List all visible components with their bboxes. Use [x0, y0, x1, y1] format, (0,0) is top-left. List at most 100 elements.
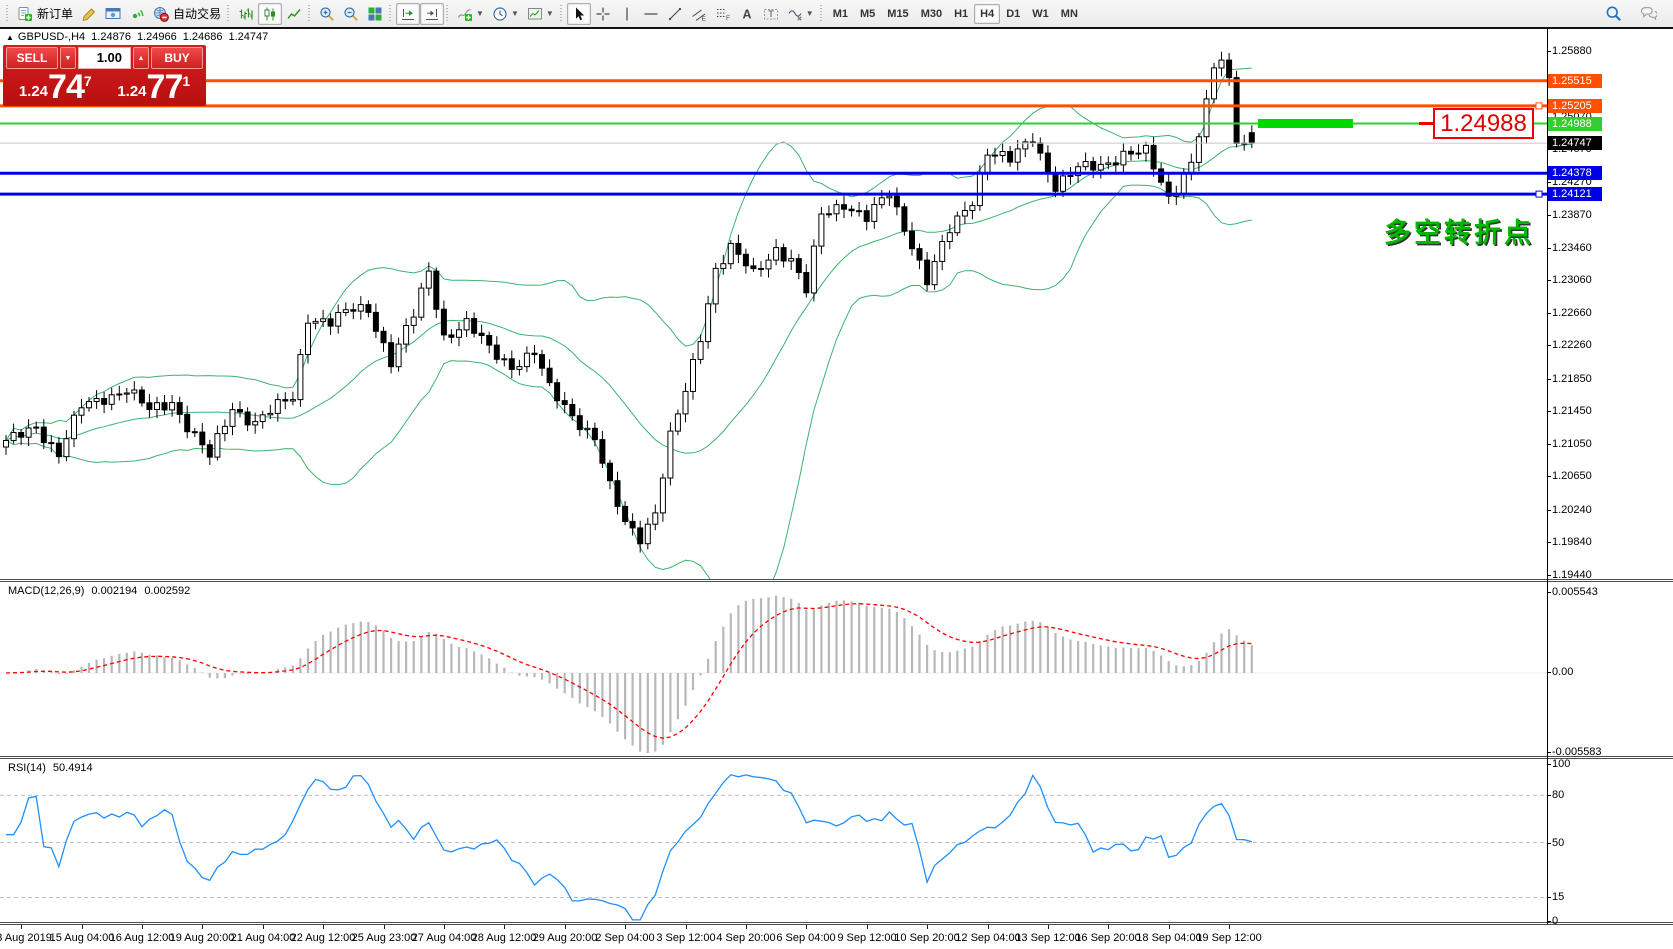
tiles-button[interactable]	[363, 3, 387, 25]
timeframe-w1-button[interactable]: W1	[1026, 4, 1055, 24]
crosshair-button[interactable]	[591, 3, 615, 25]
shapes-icon	[787, 6, 803, 22]
rsi-plot[interactable]	[0, 759, 1547, 922]
price-tick: 1.19440	[1552, 569, 1592, 582]
timeframe-m30-button[interactable]: M30	[915, 4, 948, 24]
dropdown-arrow-icon[interactable]: ▼	[546, 9, 554, 18]
editor-button[interactable]	[77, 3, 101, 25]
bars-icon	[238, 6, 254, 22]
time-label: 12 Sep 04:00	[955, 932, 1020, 944]
macd-value: 0.002194	[91, 585, 137, 597]
price-level-label: 1.24747	[1548, 136, 1602, 150]
hline-button[interactable]	[639, 3, 663, 25]
sell-button[interactable]: SELL	[6, 47, 58, 69]
timeframe-d1-button[interactable]: D1	[1000, 4, 1026, 24]
volume-input[interactable]: 1.00	[78, 47, 131, 69]
svg-text:A: A	[742, 7, 751, 21]
svg-text:F: F	[726, 15, 730, 22]
buy-price-small: 1.24	[117, 83, 146, 100]
linechart-icon	[286, 6, 302, 22]
text-button[interactable]: A	[735, 3, 759, 25]
time-label: 9 Sep 12:00	[837, 932, 896, 944]
price-level-label: 1.25205	[1548, 99, 1602, 113]
toolbar-grip	[445, 5, 450, 23]
price-tick: 1.23870	[1552, 209, 1592, 222]
zoom-in-button[interactable]	[315, 3, 339, 25]
periods-button[interactable]: ▼	[488, 3, 523, 25]
timeframe-h4-button[interactable]: H4	[974, 4, 1000, 24]
time-label: 13 Aug 2019	[0, 932, 52, 944]
fibonacci-button[interactable]: F	[711, 3, 735, 25]
macd-axis-tick: 0.005543	[1552, 586, 1598, 599]
autotrading-icon	[153, 6, 169, 22]
timeframe-m5-button[interactable]: M5	[854, 4, 881, 24]
terminal-button[interactable]	[101, 3, 125, 25]
highlight-bar[interactable]	[1258, 119, 1353, 128]
axis-tick-mark	[1547, 345, 1551, 346]
price-callout[interactable]: 1.24988	[1433, 108, 1534, 139]
time-label: 15 Aug 04:00	[50, 932, 115, 944]
axis-tick-mark	[1547, 444, 1551, 445]
time-tick-mark	[263, 925, 264, 929]
buy-button[interactable]: BUY	[151, 47, 203, 69]
linechart-button[interactable]	[282, 3, 306, 25]
chartshift-button[interactable]	[420, 3, 444, 25]
templates-button[interactable]: ▼	[523, 3, 558, 25]
channel-icon: E	[691, 6, 707, 22]
sell-price[interactable]: 1.24 74 7	[6, 69, 105, 104]
macd-signal-line	[6, 604, 1252, 739]
toolbar-grip	[559, 5, 564, 23]
autoscroll-button[interactable]	[396, 3, 420, 25]
time-axis[interactable]: 13 Aug 201915 Aug 04:0016 Aug 12:0019 Au…	[0, 925, 1673, 949]
line-handle[interactable]	[1536, 191, 1542, 197]
trendline-button[interactable]	[663, 3, 687, 25]
axis-tick-mark	[1547, 843, 1551, 844]
cursor-button[interactable]	[567, 3, 591, 25]
time-tick-mark	[686, 925, 687, 929]
time-label: 16 Sep 20:00	[1075, 932, 1140, 944]
time-label: 25 Aug 23:00	[352, 932, 417, 944]
price-level-label: 1.25515	[1548, 74, 1602, 88]
price-tick: 1.25880	[1552, 45, 1592, 58]
axis-tick-mark	[1547, 248, 1551, 249]
dropdown-arrow-icon[interactable]: ▼	[511, 9, 519, 18]
time-tick-mark	[565, 925, 566, 929]
buy-price[interactable]: 1.24 77 1	[105, 69, 204, 104]
volume-increase-button[interactable]: ▲	[133, 47, 149, 69]
dropdown-arrow-icon[interactable]: ▼	[476, 9, 484, 18]
toolbar-grip	[819, 5, 824, 23]
channel-button[interactable]: E	[687, 3, 711, 25]
shapes-button[interactable]: ▼	[783, 3, 818, 25]
indicators-button[interactable]: ▼	[453, 3, 488, 25]
time-label: 4 Sep 20:00	[716, 932, 775, 944]
main-chart-plot[interactable]	[0, 29, 1547, 579]
price-tick: 1.19840	[1552, 536, 1592, 549]
tiles-icon	[367, 6, 383, 22]
vline-icon	[619, 6, 635, 22]
indicators-icon	[457, 6, 473, 22]
timeframe-mn-button[interactable]: MN	[1055, 4, 1084, 24]
timeframe-h1-button[interactable]: H1	[948, 4, 974, 24]
high-value: 1.24966	[137, 31, 177, 43]
zoom-out-button[interactable]	[339, 3, 363, 25]
signals-icon	[129, 6, 145, 22]
price-tick: 1.20650	[1552, 470, 1592, 483]
collapse-icon[interactable]: ▲	[6, 33, 14, 42]
rsi-label: RSI(14)50.4914	[8, 762, 100, 774]
dropdown-arrow-icon[interactable]: ▼	[806, 9, 814, 18]
chat-button[interactable]	[1636, 3, 1661, 25]
search-button[interactable]	[1601, 3, 1626, 25]
macd-plot[interactable]	[0, 582, 1547, 756]
new-order-button[interactable]: 新订单	[13, 3, 77, 25]
label-button[interactable]: T	[759, 3, 783, 25]
time-tick-mark	[21, 925, 22, 929]
line-handle[interactable]	[1536, 103, 1542, 109]
signals-button[interactable]	[125, 3, 149, 25]
timeframe-m15-button[interactable]: M15	[881, 4, 914, 24]
autotrading-button[interactable]: 自动交易	[149, 3, 225, 25]
vline-button[interactable]	[615, 3, 639, 25]
bars-button[interactable]	[234, 3, 258, 25]
volume-decrease-button[interactable]: ▼	[60, 47, 76, 69]
candles-button[interactable]	[258, 3, 282, 25]
timeframe-m1-button[interactable]: M1	[827, 4, 854, 24]
